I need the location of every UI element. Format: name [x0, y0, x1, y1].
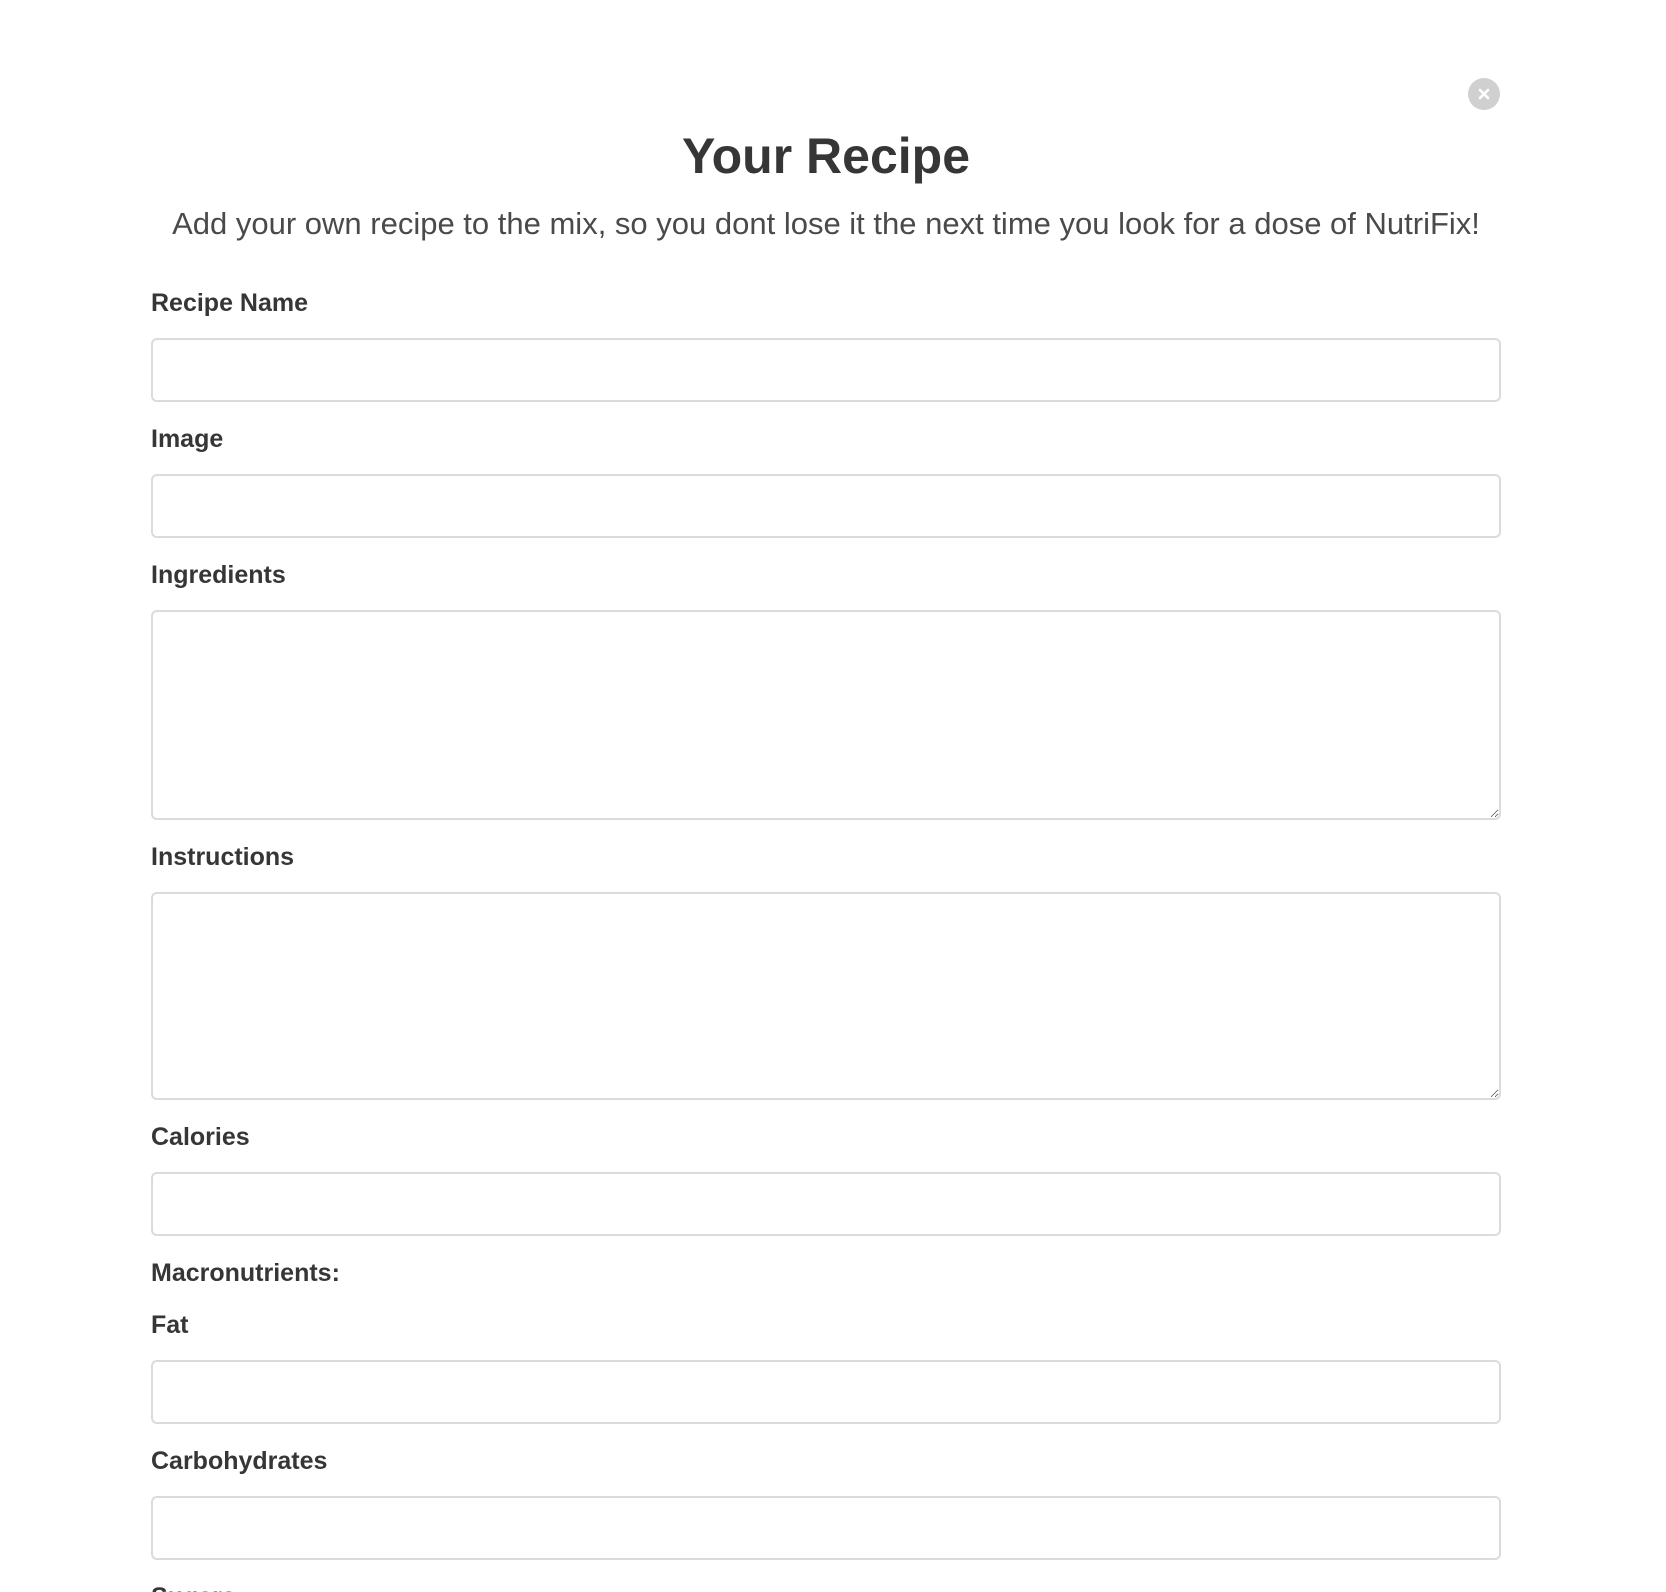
fat-input[interactable] [151, 1360, 1501, 1424]
calories-field: Calories [151, 1122, 1501, 1236]
close-button[interactable] [1468, 78, 1500, 110]
close-icon [1478, 88, 1490, 100]
recipe-modal: Your Recipe Add your own recipe to the m… [0, 0, 1666, 1592]
recipe-name-field: Recipe Name [151, 288, 1501, 402]
instructions-field: Instructions [151, 842, 1501, 1100]
image-input[interactable] [151, 474, 1501, 538]
instructions-textarea[interactable] [151, 892, 1501, 1100]
carbohydrates-label: Carbohydrates [151, 1447, 328, 1475]
recipe-name-input[interactable] [151, 338, 1501, 402]
calories-input[interactable] [151, 1172, 1501, 1236]
sugars-label: Sugars [151, 1582, 1501, 1592]
image-label: Image [151, 425, 224, 453]
recipe-form: Your Recipe Add your own recipe to the m… [151, 118, 1501, 1592]
ingredients-textarea[interactable] [151, 610, 1501, 820]
recipe-name-label: Recipe Name [151, 289, 309, 317]
page-title: Your Recipe [681, 128, 971, 184]
carbohydrates-field: Carbohydrates [151, 1446, 1501, 1560]
macronutrients-section: Macronutrients: [151, 1258, 1501, 1288]
image-field: Image [151, 424, 1501, 538]
calories-label: Calories [151, 1123, 250, 1151]
ingredients-field: Ingredients [151, 560, 1501, 820]
sugars-field: Sugars [151, 1582, 1501, 1592]
carbohydrates-input[interactable] [151, 1496, 1501, 1560]
macronutrients-heading: Macronutrients: [151, 1259, 340, 1287]
fat-label: Fat [151, 1311, 189, 1339]
instructions-label: Instructions [151, 843, 295, 871]
fat-field: Fat [151, 1310, 1501, 1424]
ingredients-label: Ingredients [151, 561, 286, 589]
page-subtitle: Add your own recipe to the mix, so you d… [172, 206, 1480, 241]
